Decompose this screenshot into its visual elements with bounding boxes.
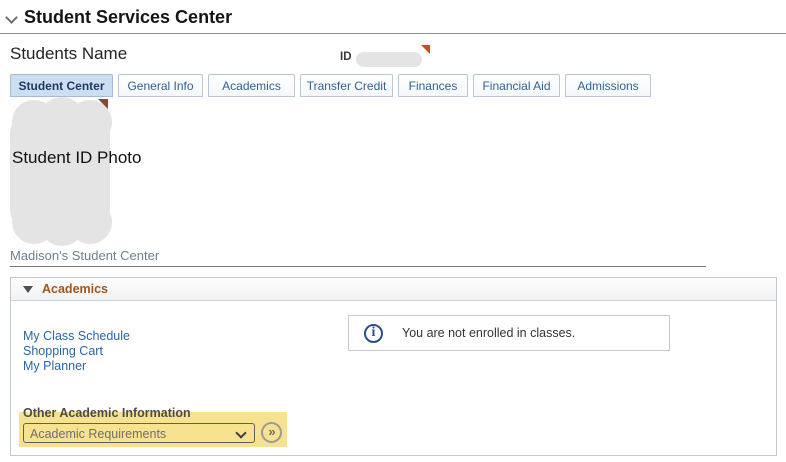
student-photo-label: Student ID Photo bbox=[12, 148, 141, 168]
student-services-center-page: Student Services Center Students Name ID… bbox=[0, 0, 786, 462]
tab-admissions[interactable]: Admissions bbox=[565, 74, 651, 97]
student-photo-redacted bbox=[10, 100, 110, 243]
tab-financial-aid[interactable]: Financial Aid bbox=[473, 74, 560, 97]
collapse-triangle-icon[interactable] bbox=[23, 286, 33, 293]
student-id-redacted bbox=[356, 52, 422, 67]
student-id-label: ID bbox=[340, 51, 352, 63]
go-button[interactable]: » bbox=[261, 422, 282, 443]
link-my-class-schedule[interactable]: My Class Schedule bbox=[23, 329, 130, 344]
link-shopping-cart[interactable]: Shopping Cart bbox=[23, 344, 130, 359]
info-icon: i bbox=[364, 324, 383, 343]
academics-links: My Class Schedule Shopping Cart My Plann… bbox=[23, 329, 130, 374]
student-center-subtitle: Madison's Student Center bbox=[10, 248, 159, 263]
link-my-planner[interactable]: My Planner bbox=[23, 359, 130, 374]
redaction-corner-icon bbox=[421, 45, 430, 54]
selected-option: Academic Requirements bbox=[30, 427, 166, 441]
page-header: Student Services Center bbox=[0, 5, 786, 31]
redaction-corner-icon bbox=[98, 99, 108, 109]
tab-transfer-credit[interactable]: Transfer Credit bbox=[300, 74, 393, 97]
tab-academics[interactable]: Academics bbox=[208, 74, 295, 97]
tab-finances[interactable]: Finances bbox=[398, 74, 468, 97]
enrollment-info-box: i You are not enrolled in classes. bbox=[348, 315, 670, 351]
academics-section-body: My Class Schedule Shopping Cart My Plann… bbox=[11, 301, 776, 456]
subtitle-divider bbox=[10, 266, 706, 267]
tab-student-center[interactable]: Student Center bbox=[10, 74, 113, 97]
student-name: Students Name bbox=[10, 44, 127, 64]
academics-section: Academics My Class Schedule Shopping Car… bbox=[10, 277, 777, 456]
chevron-down-icon[interactable] bbox=[7, 13, 16, 22]
chevron-down-icon bbox=[237, 429, 245, 437]
academics-section-title: Academics bbox=[42, 282, 108, 296]
tab-general-info[interactable]: General Info bbox=[118, 74, 203, 97]
header-divider bbox=[0, 33, 786, 34]
enrollment-info-message: You are not enrolled in classes. bbox=[402, 326, 575, 340]
other-academic-information-select[interactable]: Academic Requirements bbox=[23, 423, 255, 443]
page-title: Student Services Center bbox=[24, 7, 232, 28]
academics-section-header: Academics bbox=[11, 278, 776, 301]
tab-bar: Student Center General Info Academics Tr… bbox=[10, 74, 651, 97]
double-chevron-right-icon: » bbox=[268, 425, 275, 438]
other-academic-information-label: Other Academic Information bbox=[23, 406, 191, 420]
